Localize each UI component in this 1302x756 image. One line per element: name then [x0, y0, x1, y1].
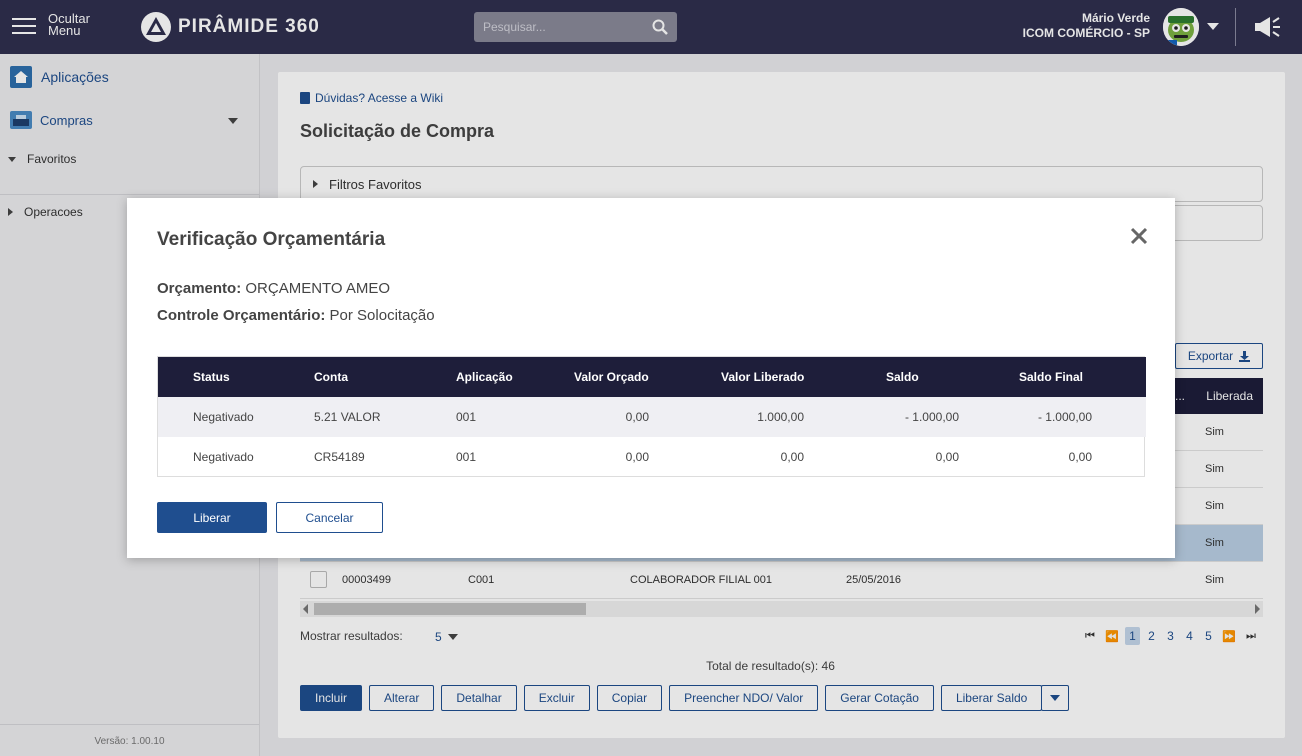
cell-valor-orcado: 0,00: [625, 410, 649, 424]
controle-label: Controle Orçamentário:: [157, 307, 326, 324]
dialog-title: Verificação Orçamentária: [157, 229, 386, 250]
cell-saldo-final: 0,00: [1068, 450, 1092, 464]
orcamento-line: Orçamento: ORÇAMENTO AMEO: [157, 280, 390, 297]
budget-table-header: Status Conta Aplicação Valor Orçado Valo…: [158, 357, 1146, 397]
close-icon[interactable]: [1129, 226, 1149, 246]
cell-status: Negativado: [193, 410, 254, 424]
cell-saldo-final: - 1.000,00: [1037, 410, 1092, 424]
budget-verification-dialog: Verificação Orçamentária Orçamento: ORÇA…: [127, 198, 1175, 558]
budget-table: Status Conta Aplicação Valor Orçado Valo…: [157, 356, 1146, 477]
controle-line: Controle Orçamentário: Por Solocitação: [157, 307, 435, 324]
col-aplicacao: Aplicação: [456, 370, 513, 384]
cell-aplicacao: 001: [456, 410, 477, 424]
cell-saldo: 0,00: [935, 450, 959, 464]
cell-conta: 5.21 VALOR: [314, 410, 381, 424]
liberar-button[interactable]: Liberar: [157, 502, 267, 533]
col-valor-orcado: Valor Orçado: [574, 370, 649, 384]
orcamento-label: Orçamento:: [157, 280, 242, 297]
cell-valor-liberado: 0,00: [780, 450, 804, 464]
controle-value: Por Solocitação: [329, 307, 435, 324]
cell-valor-orcado: 0,00: [625, 450, 649, 464]
cancel-button[interactable]: Cancelar: [276, 502, 383, 533]
table-row: Negativado CR54189 001 0,00 0,00 0,00 0,…: [158, 437, 1146, 477]
col-conta: Conta: [314, 370, 348, 384]
col-valor-liberado: Valor Liberado: [721, 370, 805, 384]
col-saldo-final: Saldo Final: [1019, 370, 1084, 384]
col-saldo: Saldo: [886, 370, 919, 384]
cell-saldo: - 1.000,00: [904, 410, 959, 424]
cell-status: Negativado: [193, 450, 254, 464]
table-row: Negativado 5.21 VALOR 001 0,00 1.000,00 …: [158, 397, 1146, 437]
col-status: Status: [193, 370, 230, 384]
orcamento-value: ORÇAMENTO AMEO: [245, 280, 391, 297]
cell-valor-liberado: 1.000,00: [757, 410, 804, 424]
cell-aplicacao: 001: [456, 450, 477, 464]
cell-conta: CR54189: [314, 450, 365, 464]
